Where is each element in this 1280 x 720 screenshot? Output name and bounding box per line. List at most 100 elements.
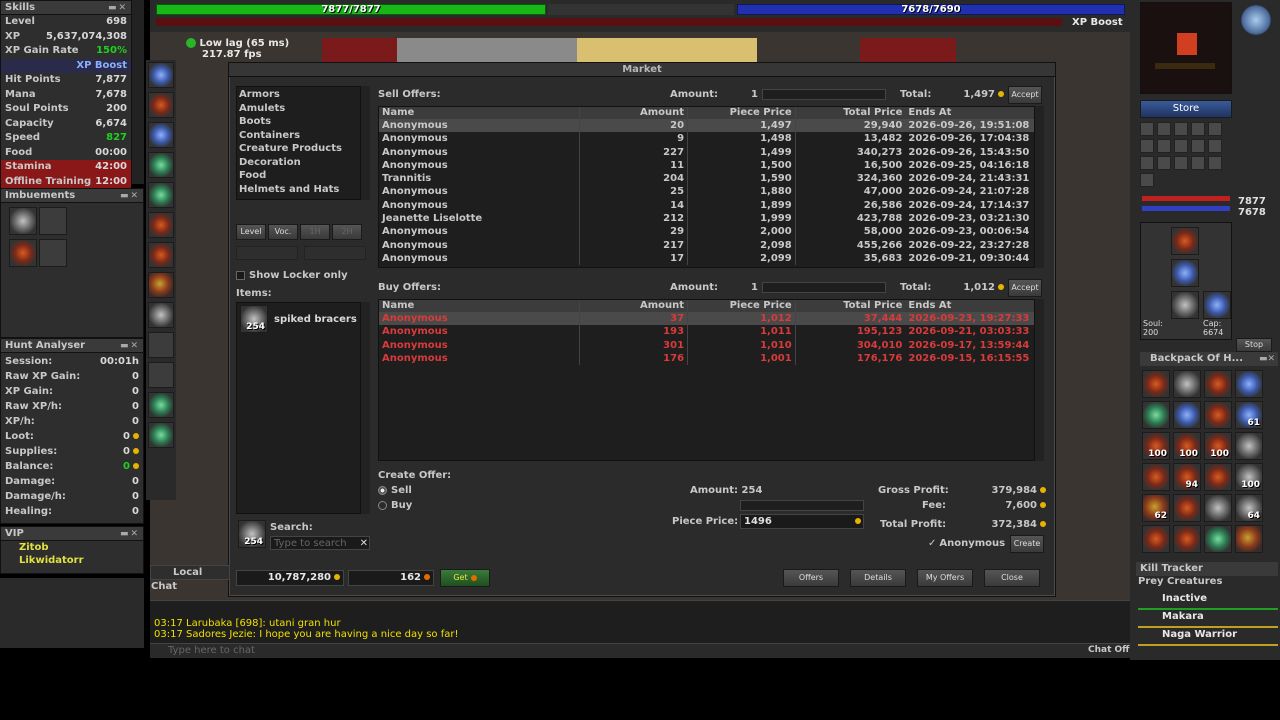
backpack-slot[interactable]	[1142, 370, 1170, 398]
category-item[interactable]: Decoration	[237, 156, 369, 170]
column-header[interactable]: Ends At	[905, 107, 1035, 119]
table-row[interactable]: Anonymous 37 1,012 37,444 2026-09-23, 19:27:…	[379, 312, 1035, 326]
backpack-slot[interactable]: 64	[1235, 494, 1263, 522]
table-row[interactable]: Anonymous 25 1,880 47,000 2026-09-24, 21:07:…	[379, 185, 1035, 199]
filter-button[interactable]: 2H	[332, 224, 362, 240]
voc-select[interactable]	[304, 246, 366, 260]
action-slot[interactable]	[148, 332, 174, 358]
backpack-slot[interactable]: 100	[1235, 463, 1263, 491]
category-item[interactable]: Food	[237, 169, 369, 183]
sell-amount-slider[interactable]	[762, 89, 886, 100]
backpack-slot[interactable]: 100	[1204, 432, 1232, 460]
level-select[interactable]	[236, 246, 298, 260]
action-slot[interactable]	[148, 62, 174, 88]
action-slot[interactable]	[148, 392, 174, 418]
chat-off-button[interactable]: Chat Off	[1088, 645, 1129, 655]
backpack-slot[interactable]: 100	[1173, 432, 1201, 460]
backpack-slot[interactable]	[1235, 525, 1263, 553]
category-item[interactable]: Containers	[237, 129, 369, 143]
show-locker-checkbox[interactable]: Show Locker only	[236, 270, 348, 281]
action-slot[interactable]	[148, 422, 174, 448]
buy-scrollbar[interactable]	[1034, 299, 1044, 461]
details-button[interactable]: Details	[850, 569, 906, 587]
item-entry[interactable]: 254 spiked bracers	[237, 303, 369, 335]
close-button[interactable]: Close	[984, 569, 1040, 587]
table-row[interactable]: Anonymous 217 2,098 455,266 2026-09-22, 23:2…	[379, 238, 1035, 252]
sell-scrollbar[interactable]	[1034, 106, 1044, 268]
backpack-slot[interactable]	[1142, 463, 1170, 491]
column-header[interactable]: Name	[379, 107, 581, 119]
my-offers-button[interactable]: My Offers	[917, 569, 973, 587]
backpack-slot[interactable]: 94	[1173, 463, 1201, 491]
table-row[interactable]: Anonymous 227 1,499 340,273 2026-09-26, 15:4…	[379, 145, 1035, 159]
create-amount-slider[interactable]	[740, 500, 864, 511]
shield-slot[interactable]	[1203, 291, 1231, 319]
offers-button[interactable]: Offers	[783, 569, 839, 587]
search-input[interactable]: Type to search ✕	[270, 536, 370, 550]
table-row[interactable]: Anonymous 17 2,099 35,683 2026-09-21, 09:30:…	[379, 251, 1035, 266]
filter-button[interactable]: 1H	[300, 224, 330, 240]
column-header[interactable]: Piece Price	[688, 107, 796, 119]
action-slot[interactable]	[148, 272, 174, 298]
table-row[interactable]: Trannitis 204 1,590 324,360 2026-09-24, 21:4…	[379, 172, 1035, 186]
action-slot[interactable]	[148, 152, 174, 178]
minimap[interactable]	[1140, 2, 1232, 94]
backpack-slot[interactable]	[1173, 525, 1201, 553]
action-slot[interactable]	[148, 92, 174, 118]
imbue-slot-2[interactable]	[39, 207, 67, 235]
prey-item[interactable]: Naga Warrior	[1138, 628, 1278, 646]
backpack-slot[interactable]	[1204, 370, 1232, 398]
backpack-slot[interactable]	[1142, 525, 1170, 553]
chat-tab-local[interactable]: Local Chat	[150, 565, 230, 592]
store-button[interactable]: Store	[1140, 100, 1232, 118]
clear-search-icon[interactable]: ✕	[360, 537, 368, 550]
vip-name-2[interactable]: Likwidatorr	[1, 554, 143, 567]
backpack-slot[interactable]	[1173, 494, 1201, 522]
table-row[interactable]: Anonymous 14 1,899 26,586 2026-09-24, 17:14:…	[379, 198, 1035, 213]
stop-button[interactable]: Stop	[1236, 338, 1272, 352]
backpack-slot[interactable]: 100	[1142, 432, 1170, 460]
table-row[interactable]: Anonymous 176 1,001 176,176 2026-09-15, 16:1…	[379, 351, 1035, 366]
backpack-slot[interactable]	[1235, 370, 1263, 398]
action-slot[interactable]	[148, 182, 174, 208]
category-item[interactable]: Armors	[237, 88, 369, 102]
backpack-slot[interactable]	[1204, 401, 1232, 429]
buy-amount-slider[interactable]	[762, 282, 886, 293]
column-header[interactable]: Total Price	[796, 300, 906, 312]
category-scrollbar[interactable]	[360, 86, 370, 200]
piece-price-input[interactable]: 1496	[740, 514, 864, 529]
action-slot[interactable]	[148, 302, 174, 328]
item-scrollbar[interactable]	[360, 302, 370, 514]
imbue-slot-4[interactable]	[39, 239, 67, 267]
imbue-slot-1[interactable]	[9, 207, 37, 235]
backpack-slot[interactable]	[1204, 494, 1232, 522]
column-header[interactable]: Name	[379, 300, 581, 312]
action-slot[interactable]	[148, 242, 174, 268]
table-row[interactable]: Anonymous 9 1,498 13,482 2026-09-26, 17:04:3…	[379, 132, 1035, 146]
armor-slot[interactable]	[1171, 259, 1199, 287]
helmet-slot[interactable]	[1171, 227, 1199, 255]
backpack-slot[interactable]	[1204, 463, 1232, 491]
column-header[interactable]: Total Price	[796, 107, 906, 119]
anonymous-checkbox[interactable]: ✓ Anonymous	[928, 538, 1005, 549]
backpack-slot[interactable]: 62	[1142, 494, 1170, 522]
buy-radio[interactable]: Buy	[378, 500, 412, 511]
category-item[interactable]: Creature Products	[237, 142, 369, 156]
category-item[interactable]: Helmets and Hats	[237, 183, 369, 197]
create-button[interactable]: Create	[1010, 535, 1044, 553]
legs-slot[interactable]	[1171, 291, 1199, 319]
table-row[interactable]: Jeanette Liselotte 212 1,999 423,788 2026-09…	[379, 212, 1035, 226]
column-header[interactable]: Piece Price	[688, 300, 796, 312]
backpack-slot[interactable]	[1204, 525, 1232, 553]
prey-item[interactable]: Inactive	[1138, 592, 1278, 610]
table-row[interactable]: Anonymous 29 2,000 58,000 2026-09-23, 00:06:…	[379, 225, 1035, 239]
chat-input[interactable]: Type here to chat	[150, 643, 1130, 658]
backpack-slot[interactable]	[1173, 401, 1201, 429]
sell-accept-button[interactable]: Accept	[1008, 86, 1042, 104]
prey-item[interactable]: Makara	[1138, 610, 1278, 628]
backpack-slot[interactable]	[1173, 370, 1201, 398]
column-header[interactable]: Ends At	[905, 300, 1035, 312]
action-slot[interactable]	[148, 212, 174, 238]
buy-accept-button[interactable]: Accept	[1008, 279, 1042, 297]
action-slot[interactable]	[148, 362, 174, 388]
